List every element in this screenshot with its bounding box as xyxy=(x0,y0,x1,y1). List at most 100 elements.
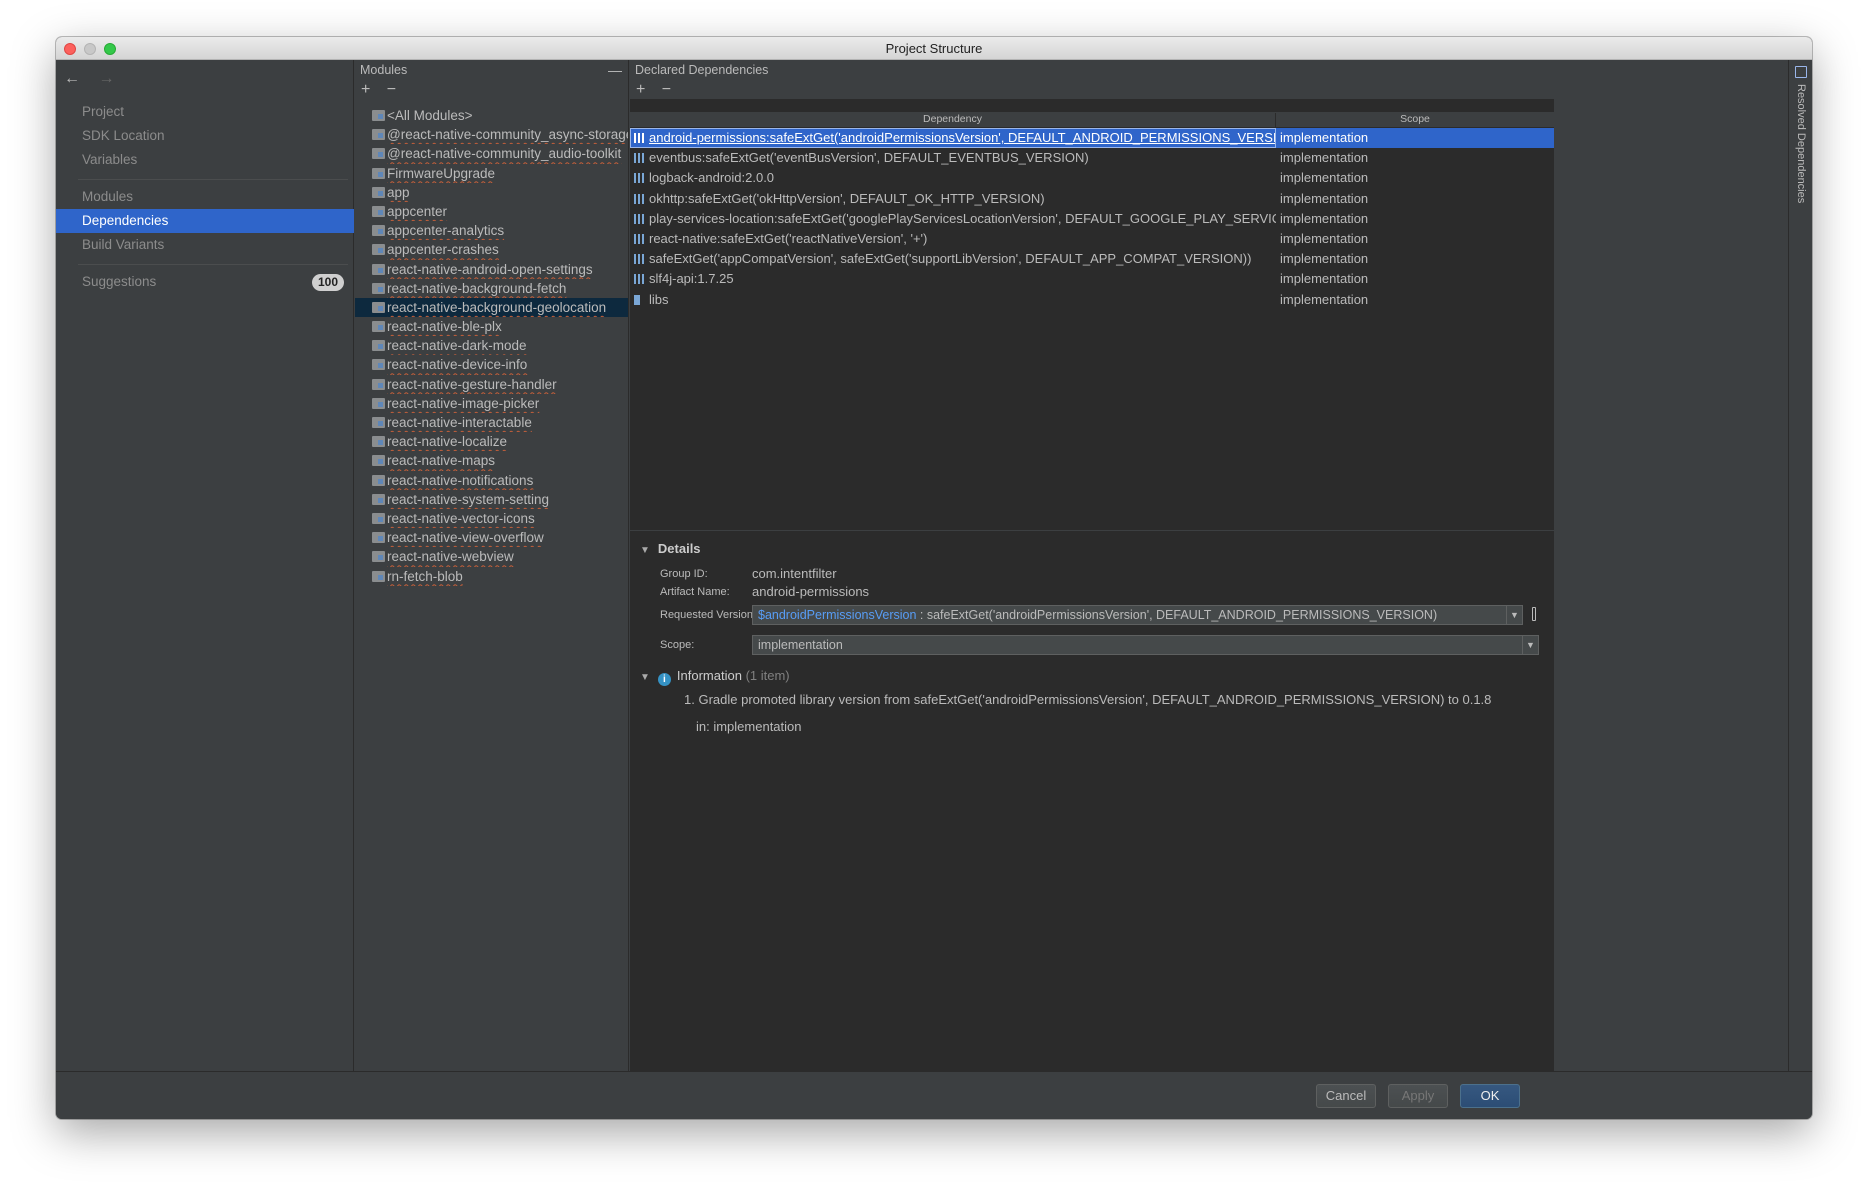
group-id-value: com.intentfilter xyxy=(752,566,837,581)
nav-item-dependencies[interactable]: Dependencies xyxy=(56,209,354,233)
artifact-name-label: Artifact Name: xyxy=(660,586,730,598)
module-item[interactable]: react-native-image-picker xyxy=(355,394,628,413)
artifact-icon xyxy=(634,153,645,164)
module-item[interactable]: app xyxy=(355,183,628,202)
module-item[interactable]: react-native-maps xyxy=(355,451,628,470)
cancel-button[interactable]: Cancel xyxy=(1316,1084,1376,1108)
chevron-down-icon[interactable]: ▼ xyxy=(1522,636,1538,654)
dependency-row[interactable]: safeExtGet('appCompatVersion', safeExtGe… xyxy=(630,249,1554,269)
add-dependency-icon[interactable]: + xyxy=(636,81,645,98)
dependency-scope: implementation xyxy=(1280,150,1369,166)
module-item[interactable]: react-native-android-open-settings xyxy=(355,260,628,279)
dependency-row[interactable]: play-services-location:safeExtGet('googl… xyxy=(630,209,1554,229)
nav-item-sdk-location[interactable]: SDK Location xyxy=(56,124,354,148)
module-item[interactable]: @react-native-community_audio-toolkit xyxy=(355,144,628,163)
module-folder-icon xyxy=(372,378,385,390)
requested-version-combo[interactable]: $androidPermissionsVersion : safeExtGet(… xyxy=(752,605,1523,625)
dependency-scope: implementation xyxy=(1280,130,1369,145)
module-item-label: react-native-dark-mode xyxy=(387,338,527,354)
dependencies-toolbar: + − xyxy=(630,80,1554,100)
ok-button[interactable]: OK xyxy=(1460,1084,1520,1108)
module-folder-icon xyxy=(372,110,385,121)
module-item[interactable]: react-native-notifications xyxy=(355,471,628,490)
nav-item-modules[interactable]: Modules xyxy=(56,185,354,209)
details-header[interactable]: ▼ Details xyxy=(640,541,701,556)
nav-item-build-variants[interactable]: Build Variants xyxy=(56,233,354,257)
dependency-name: safeExtGet('appCompatVersion', safeExtGe… xyxy=(649,251,1252,267)
resolved-dependencies-tab[interactable]: Resolved Dependencies xyxy=(1795,84,1807,203)
module-folder-icon xyxy=(372,417,385,428)
information-title: Information xyxy=(676,668,742,683)
module-item-label: react-native-ble-plx xyxy=(387,319,502,335)
dependency-row[interactable]: okhttp:safeExtGet('okHttpVersion', DEFAU… xyxy=(630,189,1554,209)
module-item[interactable]: appcenter xyxy=(355,202,628,221)
dependency-row[interactable]: eventbus:safeExtGet('eventBusVersion', D… xyxy=(630,148,1554,168)
module-item-label: appcenter xyxy=(387,203,448,219)
details-title: Details xyxy=(657,541,701,556)
collapse-panel-icon[interactable]: — xyxy=(608,60,622,80)
remove-dependency-icon[interactable]: − xyxy=(662,81,671,98)
forward-arrow-icon[interactable]: → xyxy=(98,70,114,87)
module-item[interactable]: react-native-background-geolocation xyxy=(355,297,628,318)
nav-item-project[interactable]: Project xyxy=(56,100,354,124)
back-arrow-icon[interactable]: ← xyxy=(64,70,80,87)
modules-toolbar: + − xyxy=(355,80,628,100)
dependency-row[interactable]: logback-android:2.0.0 implementation xyxy=(630,168,1554,188)
resolved-dependencies-icon[interactable] xyxy=(1795,66,1807,78)
nav-item-variables[interactable]: Variables xyxy=(56,148,354,172)
chevron-down-icon[interactable]: ▼ xyxy=(1506,606,1522,624)
module-item[interactable]: react-native-localize xyxy=(355,432,628,451)
module-item[interactable]: @react-native-community_async-storage xyxy=(355,125,628,144)
declared-dependencies-panel: Declared Dependencies + − Dependency Sco… xyxy=(630,60,1554,1071)
module-item[interactable]: react-native-dark-mode xyxy=(355,336,628,355)
module-item-label: react-native-view-overflow xyxy=(387,530,544,546)
dependency-row[interactable]: android-permissions:safeExtGet('androidP… xyxy=(630,128,1554,149)
dependency-row[interactable]: libs implementation xyxy=(630,290,1554,310)
remove-module-icon[interactable]: − xyxy=(387,81,396,98)
module-item-label: react-native-background-fetch xyxy=(387,280,567,296)
module-item[interactable]: rn-fetch-blob xyxy=(355,567,628,586)
column-header-scope[interactable]: Scope xyxy=(1276,113,1554,125)
module-item[interactable]: react-native-interactable xyxy=(355,413,628,432)
module-item-label: app xyxy=(387,184,410,200)
module-item-label: react-native-background-geolocation xyxy=(387,299,607,315)
module-item[interactable]: appcenter-crashes xyxy=(355,240,628,259)
dialog-footer: Cancel Apply OK xyxy=(56,1071,1812,1119)
module-item[interactable]: react-native-background-fetch xyxy=(355,279,628,298)
information-context: in: implementation xyxy=(696,719,802,734)
add-module-icon[interactable]: + xyxy=(361,81,370,98)
module-folder-icon xyxy=(372,512,385,524)
module-item[interactable]: react-native-system-setting xyxy=(355,490,628,509)
dependencies-table: Dependency Scope android-permissions:saf… xyxy=(630,112,1554,310)
information-header[interactable]: ▼ i Information (1 item) xyxy=(640,668,790,686)
module-item[interactable]: react-native-gesture-handler xyxy=(355,375,628,394)
requested-version-label: Requested Version: xyxy=(660,609,757,621)
module-item[interactable]: react-native-ble-plx xyxy=(355,317,628,336)
module-item-label: @react-native-community_async-storage xyxy=(387,127,628,143)
module-item-label: react-native-system-setting xyxy=(387,491,550,507)
apply-button[interactable]: Apply xyxy=(1388,1084,1448,1108)
artifact-icon xyxy=(634,193,645,204)
dependency-row[interactable]: react-native:safeExtGet('reactNativeVers… xyxy=(630,229,1554,249)
artifact-icon xyxy=(634,274,645,285)
dependency-name: eventbus:safeExtGet('eventBusVersion', D… xyxy=(649,150,1089,166)
module-folder-icon xyxy=(372,205,385,217)
dependency-scope: implementation xyxy=(1280,271,1369,287)
module-folder-icon xyxy=(372,282,385,294)
column-header-dependency[interactable]: Dependency xyxy=(630,113,1276,128)
expand-triangle-icon: ▼ xyxy=(640,545,650,556)
nav-separator xyxy=(78,179,348,180)
title-bar: Project Structure xyxy=(56,37,1812,60)
version-expression: : safeExtGet('androidPermissionsVersion'… xyxy=(916,608,1438,622)
module-item[interactable]: FirmwareUpgrade xyxy=(355,164,628,183)
module-folder-icon xyxy=(372,225,385,237)
nav-item-suggestions[interactable]: Suggestions 100 xyxy=(56,270,354,294)
module-item[interactable]: react-native-webview xyxy=(355,547,628,566)
dependency-row[interactable]: slf4j-api:1.7.25 implementation xyxy=(630,269,1554,289)
module-item[interactable]: appcenter-analytics xyxy=(355,221,628,240)
module-item[interactable]: <All Modules> xyxy=(355,106,628,125)
scope-combo[interactable]: implementation ▼ xyxy=(752,635,1539,655)
module-item[interactable]: react-native-device-info xyxy=(355,355,628,374)
module-item[interactable]: react-native-view-overflow xyxy=(355,528,628,547)
module-item[interactable]: react-native-vector-icons xyxy=(355,509,628,528)
